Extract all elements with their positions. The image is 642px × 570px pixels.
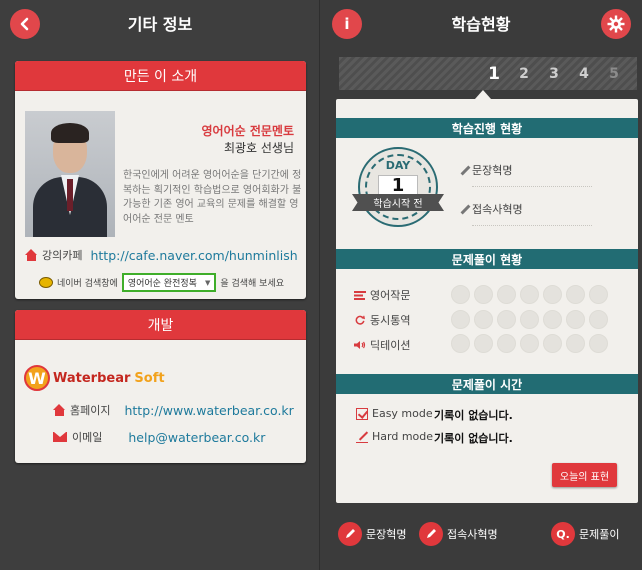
pencil-icon xyxy=(459,204,469,214)
maker-role: 영어어순 전문멘토 xyxy=(201,124,295,138)
logo-sub: Soft xyxy=(134,370,165,386)
stat-conj: 접속사혁명 xyxy=(459,201,523,217)
settings-button[interactable] xyxy=(601,9,631,39)
day-badge: DAY 1 xyxy=(358,147,438,227)
problem-row-interpret: 동시통역 xyxy=(354,312,416,328)
info-icon: i xyxy=(344,15,350,33)
checkbox-icon xyxy=(356,407,368,420)
badge-ribbon: 학습시작 전 xyxy=(352,194,444,211)
badge-day-value: 1 xyxy=(378,175,418,197)
maker-card-header: 만든 이 소개 xyxy=(15,61,306,91)
day-selector: 1 2 3 4 5 xyxy=(339,57,637,90)
stat-sentence: 문장혁명 xyxy=(459,162,512,178)
naver-search-box[interactable]: 영어어순 완전정복 ▼ xyxy=(121,273,217,292)
maker-description: 한국인에게 어려운 영어어순을 단기간에 정복하는 획기적인 학습법으로 영어회… xyxy=(123,170,302,225)
home-icon xyxy=(25,249,38,261)
waterbear-logo: W Waterbear Soft xyxy=(24,365,165,391)
hard-mode-label: Hard mode xyxy=(372,430,434,443)
naver-search-row: 네이버 검색창에 영어어순 완전정복 ▼ 을 검색해 보세요 xyxy=(39,273,284,292)
day-tab-3[interactable]: 3 xyxy=(539,66,569,82)
maker-name: 최광호 선생님 xyxy=(223,141,294,155)
app-root: 기타 정보 만든 이 소개 영어어순 전문멘토 최광호 선생님 한국인에게 어려… xyxy=(0,0,642,570)
stat-sentence-bar xyxy=(472,186,592,187)
mail-icon xyxy=(53,432,67,442)
pencil-icon xyxy=(338,522,362,546)
back-button[interactable] xyxy=(10,9,40,39)
naver-query: 영어어순 완전정복 xyxy=(127,279,197,289)
chevron-left-icon xyxy=(20,17,29,31)
easy-mode-row: Easy mode xyxy=(356,407,433,420)
developer-card: 개발 W Waterbear Soft 홈페이지 http://www.wate… xyxy=(15,310,306,463)
homepage-link[interactable]: http://www.waterbear.co.kr xyxy=(124,403,293,418)
problem-label: 딕테이션 xyxy=(370,339,411,352)
cafe-row: 강의카페 http://cafe.naver.com/hunminlish xyxy=(25,247,298,263)
stat-conj-bar xyxy=(472,225,592,226)
bee-icon xyxy=(39,277,53,288)
info-button[interactable]: i xyxy=(332,9,362,39)
progress-panel: 학습진행 현황 DAY 1 학습시작 전 문장혁명 접속사혁명 문제풀이 현황 … xyxy=(336,99,638,503)
edit-icon xyxy=(356,431,368,443)
home-icon xyxy=(53,404,66,416)
info-screen: 기타 정보 만든 이 소개 영어어순 전문멘토 최광호 선생님 한국인에게 어려… xyxy=(0,0,320,570)
logo-main: Waterbear xyxy=(53,370,131,386)
day-tab-5[interactable]: 5 xyxy=(599,66,629,82)
easy-mode-value: 기록이 없습니다. xyxy=(434,409,513,422)
maker-card: 만든 이 소개 영어어순 전문멘토 최광호 선생님 한국인에게 어려운 영어어순… xyxy=(15,61,306,299)
quiz-icon: Q. xyxy=(551,522,575,546)
hard-mode-row: Hard mode xyxy=(356,430,433,443)
pencil-icon xyxy=(419,522,443,546)
email-link[interactable]: help@waterbear.co.kr xyxy=(128,430,265,445)
pencil-icon xyxy=(459,165,469,175)
naver-suffix: 을 검색해 보세요 xyxy=(220,279,285,289)
cafe-label: 강의카페 xyxy=(42,249,83,262)
cafe-link[interactable]: http://cafe.naver.com/hunminlish xyxy=(90,248,297,263)
profile-photo xyxy=(25,111,115,237)
developer-card-header: 개발 xyxy=(15,310,306,340)
email-row: 이메일 help@waterbear.co.kr xyxy=(53,429,265,445)
badge-day-label: DAY xyxy=(385,159,411,172)
progress-header: 학습진행 현황 xyxy=(336,118,638,138)
progress-screen: 학습현황 i 1 2 3 4 5 학습진행 현황 DAY 1 학습시작 전 문장… xyxy=(320,0,642,570)
problem-row-writing: 영어작문 xyxy=(354,287,416,303)
hard-mode-value: 기록이 없습니다. xyxy=(434,432,513,445)
gear-icon xyxy=(607,15,625,33)
list-icon xyxy=(354,291,366,300)
homepage-label: 홈페이지 xyxy=(70,404,111,417)
problem-label: 영어작문 xyxy=(370,289,411,302)
problem-circles-writing xyxy=(451,285,612,304)
info-title: 기타 정보 xyxy=(127,15,193,34)
nav-quiz-label: 문제풀이 xyxy=(579,528,620,541)
progress-title: 학습현황 xyxy=(451,15,511,34)
problem-label: 동시통역 xyxy=(370,314,411,327)
email-label: 이메일 xyxy=(72,431,103,444)
nav-sentence-label: 문장혁명 xyxy=(366,528,407,541)
today-expression-button[interactable]: 오늘의 표현 xyxy=(552,463,617,487)
speaker-icon xyxy=(354,341,366,349)
waterbear-logo-icon: W xyxy=(24,365,50,391)
day-tab-2[interactable]: 2 xyxy=(509,66,539,82)
naver-prefix: 네이버 검색창에 xyxy=(57,279,118,289)
day-pointer xyxy=(475,90,491,99)
refresh-icon xyxy=(355,315,365,325)
bottom-nav: 문장혁명 접속사혁명 Q. 문제풀이 xyxy=(320,522,642,550)
stat-sentence-label: 문장혁명 xyxy=(472,164,513,177)
problem-circles-dictation xyxy=(451,334,612,353)
problem-row-dictation: 딕테이션 xyxy=(354,337,416,353)
caret-down-icon: ▼ xyxy=(204,278,211,287)
day-tab-1[interactable]: 1 xyxy=(479,64,509,84)
easy-mode-label: Easy mode xyxy=(372,407,433,420)
nav-quiz-button[interactable]: Q. 문제풀이 xyxy=(551,522,619,546)
day-tab-4[interactable]: 4 xyxy=(569,66,599,82)
problem-circles-interpret xyxy=(451,310,612,329)
nav-conj-label: 접속사혁명 xyxy=(447,528,498,541)
time-header: 문제풀이 시간 xyxy=(336,374,638,394)
nav-conj-button[interactable]: 접속사혁명 xyxy=(419,522,498,546)
problem-header: 문제풀이 현황 xyxy=(336,249,638,269)
homepage-row: 홈페이지 http://www.waterbear.co.kr xyxy=(53,402,294,418)
nav-sentence-button[interactable]: 문장혁명 xyxy=(338,522,406,546)
stat-conj-label: 접속사혁명 xyxy=(472,203,523,216)
